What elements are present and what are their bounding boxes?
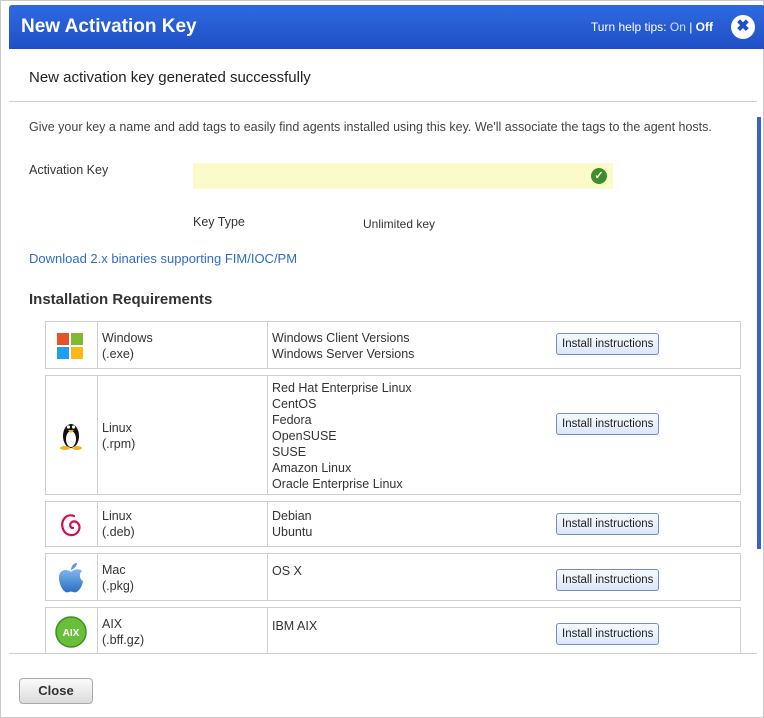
version-item: OS X xyxy=(272,564,302,578)
os-name: Linux xyxy=(102,421,132,435)
close-icon[interactable]: ✖ xyxy=(731,15,755,39)
os-cell: Windows (.exe) xyxy=(98,322,268,368)
version-item: Windows Server Versions xyxy=(272,347,415,361)
version-item: IBM AIX xyxy=(272,619,318,633)
key-type-value: Unlimited key xyxy=(363,217,436,231)
download-binaries-link[interactable]: Download 2.x binaries supporting FIM/IOC… xyxy=(29,251,297,266)
os-name: AIX xyxy=(102,617,123,631)
requirements-title: Installation Requirements xyxy=(29,291,213,308)
icon-cell: AIX xyxy=(46,608,98,653)
help-tips-separator: | xyxy=(685,20,696,34)
windows-icon xyxy=(57,333,83,359)
requirement-row-linux-rpm: Linux (.rpm) Red Hat Enterprise Linux Ce… xyxy=(45,375,741,495)
activation-key-field[interactable]: ✓ xyxy=(193,163,613,189)
versions-cell: OS X xyxy=(272,563,552,579)
linux-tux-icon xyxy=(60,424,82,450)
os-cell: Mac (.pkg) xyxy=(98,554,268,600)
new-activation-key-dialog: New Activation Key Turn help tips: On | … xyxy=(0,0,764,718)
svg-text:AIX: AIX xyxy=(63,628,80,639)
install-instructions-button[interactable]: Install instructions xyxy=(556,333,660,355)
os-cell: Linux (.deb) xyxy=(98,502,268,546)
requirement-row-mac: Mac (.pkg) OS X Install instructions xyxy=(45,553,741,601)
help-tips-toggle: Turn help tips: On | Off xyxy=(591,20,713,34)
os-package: (.rpm) xyxy=(102,437,136,451)
version-item: Oracle Enterprise Linux xyxy=(272,477,403,491)
version-item: Fedora xyxy=(272,413,312,427)
os-cell: AIX (.bff.gz) xyxy=(98,608,268,653)
versions-cell: Red Hat Enterprise Linux CentOS Fedora O… xyxy=(272,380,552,492)
icon-cell xyxy=(46,502,98,546)
install-instructions-button[interactable]: Install instructions xyxy=(556,569,660,591)
aix-icon: AIX xyxy=(55,616,87,648)
debian-icon xyxy=(61,514,81,537)
os-package: (.deb) xyxy=(102,525,135,539)
apple-icon xyxy=(58,563,83,593)
versions-cell: IBM AIX xyxy=(272,618,552,634)
version-item: SUSE xyxy=(272,445,307,459)
os-name: Windows xyxy=(102,331,153,345)
os-package: (.bff.gz) xyxy=(102,633,145,647)
help-tips-off[interactable]: Off xyxy=(696,20,713,34)
requirement-row-linux-deb: Linux (.deb) Debian Ubuntu Install instr… xyxy=(45,501,741,547)
install-instructions-button[interactable]: Install instructions xyxy=(556,513,660,535)
version-item: Debian xyxy=(272,509,312,523)
versions-cell: Windows Client Versions Windows Server V… xyxy=(272,330,552,362)
dialog-title: New Activation Key xyxy=(21,16,197,37)
os-name: Mac xyxy=(102,563,126,577)
install-instructions-button[interactable]: Install instructions xyxy=(556,413,660,435)
requirement-row-windows: Windows (.exe) Windows Client Versions W… xyxy=(45,321,741,369)
icon-cell xyxy=(46,376,98,494)
key-type-label: Key Type xyxy=(193,215,245,229)
scrollbar[interactable] xyxy=(757,117,761,549)
title-bar: New Activation Key Turn help tips: On | … xyxy=(9,5,764,49)
version-item: Ubuntu xyxy=(272,525,313,539)
help-tips-on[interactable]: On xyxy=(670,20,686,34)
version-item: OpenSUSE xyxy=(272,429,337,443)
intro-text: Give your key a name and add tags to eas… xyxy=(29,120,712,134)
os-name: Linux xyxy=(102,509,132,523)
version-item: CentOS xyxy=(272,397,317,411)
check-icon: ✓ xyxy=(591,168,607,184)
activation-key-label: Activation Key xyxy=(29,163,109,177)
icon-cell xyxy=(46,554,98,600)
os-package: (.exe) xyxy=(102,347,134,361)
icon-cell xyxy=(46,322,98,368)
install-instructions-button[interactable]: Install instructions xyxy=(556,623,660,645)
version-item: Red Hat Enterprise Linux xyxy=(272,381,412,395)
requirement-row-aix: AIX AIX (.bff.gz) IBM AIX Install instru… xyxy=(45,607,741,653)
versions-cell: Debian Ubuntu xyxy=(272,508,552,540)
success-message: New activation key generated successfull… xyxy=(29,69,311,86)
os-cell: Linux (.rpm) xyxy=(98,376,268,494)
help-tips-label: Turn help tips: xyxy=(590,20,670,34)
version-item: Amazon Linux xyxy=(272,461,352,475)
close-button[interactable]: Close xyxy=(19,678,93,704)
version-item: Windows Client Versions xyxy=(272,331,410,345)
os-package: (.pkg) xyxy=(102,579,134,593)
footer-divider xyxy=(9,653,757,654)
divider xyxy=(9,101,757,102)
